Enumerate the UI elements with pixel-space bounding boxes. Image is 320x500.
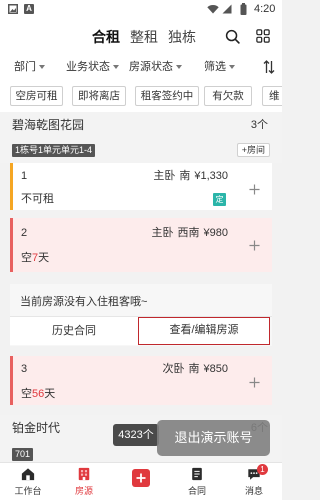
- grid-icon[interactable]: [256, 29, 270, 43]
- vacant-suffix: 天: [38, 252, 50, 264]
- room-direction: 南: [179, 170, 191, 182]
- chevron-down-icon: [113, 65, 119, 70]
- room-number: 1: [21, 170, 28, 182]
- nav-item-add[interactable]: [113, 463, 169, 500]
- vacant-prefix: 空: [21, 388, 32, 400]
- exit-demo-button[interactable]: 退出演示账号: [157, 420, 270, 456]
- building-row: 1栋号1单元单元1-4 +房间: [0, 138, 282, 163]
- room-number: 2: [21, 227, 28, 239]
- room-status: 空7天: [21, 251, 49, 265]
- room-type: 次卧: [162, 363, 185, 375]
- building-label: 701: [12, 448, 34, 461]
- nav-item-workbench[interactable]: 工作台: [0, 463, 56, 500]
- room-action-panel: 当前房源没有入住租客哦~ 历史合同 查看/编辑房源: [10, 284, 272, 346]
- tab-standalone-building[interactable]: 独栋: [168, 28, 196, 46]
- room-number: 3: [21, 363, 28, 375]
- quick-tag-arrears[interactable]: 有欠款: [204, 86, 252, 106]
- filter-more[interactable]: 筛选: [204, 60, 235, 74]
- building-label: 1栋号1单元单元1-4: [12, 144, 96, 157]
- group-name: 碧海乾图花园: [12, 118, 85, 132]
- view-edit-room-button[interactable]: 查看/编辑房源: [138, 317, 270, 345]
- nav-item-contracts[interactable]: 合同: [169, 463, 225, 500]
- group-name: 铂金时代: [12, 421, 61, 435]
- reserved-badge: 定: [213, 193, 226, 206]
- vacant-suffix: 天: [44, 388, 56, 400]
- history-contract-button[interactable]: 历史合同: [10, 317, 138, 345]
- room-summary: 主卧 西南 ¥980: [152, 226, 228, 240]
- vacant-prefix: 空: [21, 252, 32, 264]
- bottom-nav: 工作台 房源 合同 1 消息: [0, 462, 282, 500]
- clock-time: 4:20: [254, 3, 276, 15]
- home-icon: [21, 467, 35, 481]
- quick-tag-maintenance[interactable]: 维: [262, 86, 282, 106]
- room-price: ¥850: [203, 363, 228, 375]
- notification-icon: A: [24, 4, 34, 14]
- signal-icon: [222, 4, 232, 14]
- nav-label: 房源: [74, 486, 93, 496]
- rental-type-tabs: 合租 整租 独栋: [92, 28, 196, 46]
- quick-tag-signing[interactable]: 租客签约中: [135, 86, 199, 106]
- room-card[interactable]: 1 主卧 南 ¥1,330 不可租 定: [10, 163, 272, 210]
- room-summary: 次卧 南 ¥850: [163, 362, 228, 376]
- filter-department[interactable]: 部门: [14, 60, 45, 74]
- unread-badge: 1: [257, 464, 268, 475]
- group-count: 3个: [250, 119, 268, 131]
- battery-icon: [240, 3, 247, 15]
- contract-icon: [190, 467, 204, 481]
- room-type: 主卧: [153, 170, 176, 182]
- plus-icon[interactable]: [249, 377, 260, 388]
- chevron-down-icon: [229, 65, 235, 70]
- add-room-button[interactable]: +房间: [236, 143, 270, 157]
- room-type: 主卧: [151, 227, 174, 239]
- notification-letter: A: [26, 4, 32, 13]
- filter-room-status[interactable]: 房源状态: [129, 60, 182, 74]
- wifi-icon: [207, 4, 219, 14]
- room-direction: 南: [188, 363, 200, 375]
- room-price: ¥1,330: [194, 170, 228, 182]
- tab-shared-rental[interactable]: 合租: [92, 28, 120, 46]
- quick-tag-checkout-soon[interactable]: 即将离店: [72, 86, 126, 106]
- sort-icon[interactable]: [263, 59, 275, 75]
- nav-label: 合同: [187, 486, 206, 496]
- nav-item-messages[interactable]: 1 消息: [226, 463, 282, 500]
- room-direction: 西南: [177, 227, 200, 239]
- filter-label: 筛选: [204, 61, 226, 73]
- tab-whole-rental[interactable]: 整租: [130, 28, 158, 46]
- total-count-toast: 4323个: [113, 424, 159, 446]
- plus-icon[interactable]: [249, 184, 260, 195]
- filter-label: 房源状态: [129, 61, 173, 73]
- room-status: 不可租: [21, 193, 54, 205]
- nav-label: 消息: [244, 486, 263, 496]
- room-status: 空56天: [21, 387, 55, 401]
- building-icon: [77, 467, 91, 481]
- room-card[interactable]: 2 主卧 西南 ¥980 空7天: [10, 218, 272, 272]
- filter-label: 业务状态: [66, 61, 110, 73]
- group-header[interactable]: 碧海乾图花园 3个: [0, 112, 282, 138]
- gallery-icon: [8, 4, 18, 14]
- nav-label: 工作台: [14, 486, 42, 496]
- nav-item-listings[interactable]: 房源: [56, 463, 112, 500]
- room-summary: 主卧 南 ¥1,330: [153, 169, 228, 183]
- chevron-down-icon: [39, 65, 45, 70]
- plus-icon[interactable]: [249, 240, 260, 251]
- room-price: ¥980: [203, 227, 228, 239]
- no-tenant-message: 当前房源没有入住租客哦~: [20, 296, 148, 308]
- room-card[interactable]: 3 次卧 南 ¥850 空56天: [10, 356, 272, 405]
- quick-tag-vacant[interactable]: 空房可租: [10, 86, 63, 106]
- filter-business-status[interactable]: 业务状态: [66, 60, 119, 74]
- filter-label: 部门: [14, 61, 36, 73]
- vacant-days: 56: [32, 388, 45, 400]
- add-icon: [132, 469, 150, 487]
- chevron-down-icon: [176, 65, 182, 70]
- search-icon[interactable]: [225, 29, 240, 44]
